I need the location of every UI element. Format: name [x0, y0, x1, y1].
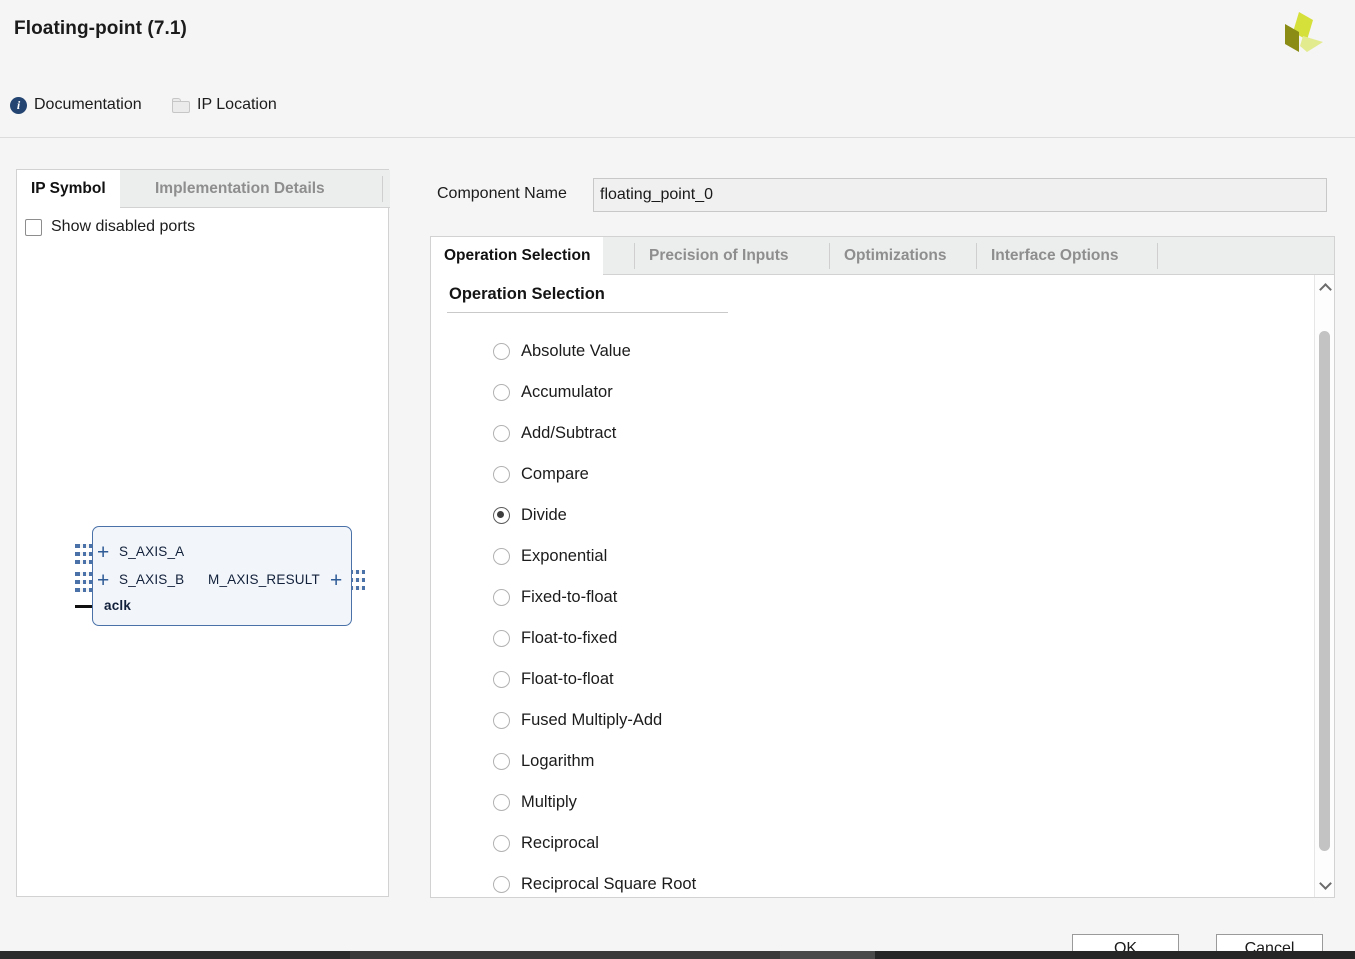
operation-radio-label: Absolute Value [521, 342, 631, 360]
operation-radio-fused-multiply-add[interactable]: Fused Multiply-Add [493, 700, 1253, 741]
tab-operation-selection[interactable]: Operation Selection [431, 237, 604, 275]
show-disabled-ports-label: Show disabled ports [51, 218, 196, 235]
folder-icon [172, 97, 190, 113]
documentation-link[interactable]: i Documentation [10, 96, 142, 114]
floating-point-ip-configuration-dialog: Floating-point (7.1) i Documentation IP … [0, 0, 1355, 959]
desktop-bottom-bar [0, 951, 1355, 959]
radio-indicator [493, 753, 510, 770]
component-name-row: Component Name [437, 178, 1327, 212]
dialog-title-bar: Floating-point (7.1) [0, 0, 1355, 78]
operation-radio-fixed-to-float[interactable]: Fixed-to-float [493, 577, 1253, 618]
operation-radio-absolute-value[interactable]: Absolute Value [493, 331, 1253, 372]
checkbox-box [25, 218, 42, 236]
operation-radio-label: Logarithm [521, 752, 595, 770]
radio-indicator [493, 589, 510, 606]
tab-operation-selection-label: Operation Selection [444, 246, 591, 264]
operation-radio-label: Fused Multiply-Add [521, 711, 663, 729]
operation-radio-label: Fixed-to-float [521, 588, 618, 606]
tab-implementation-details[interactable]: Implementation Details [141, 170, 339, 208]
tab-separator [382, 176, 383, 202]
bus-connector-icon-s-axis-a [75, 543, 92, 565]
ip-symbol-panel: IP Symbol Implementation Details Show di… [16, 169, 390, 897]
operation-radio-reciprocal-square-root[interactable]: Reciprocal Square Root [493, 864, 1253, 897]
radio-indicator [493, 466, 510, 483]
operation-radio-add-subtract[interactable]: Add/Subtract [493, 413, 1253, 454]
show-disabled-ports-checkbox[interactable]: Show disabled ports [25, 218, 195, 236]
dialog-title: Floating-point (7.1) [14, 18, 187, 39]
chevron-up-icon [1318, 282, 1332, 296]
expand-icon-m-axis-result[interactable]: + [330, 570, 342, 591]
tab-optimizations[interactable]: Optimizations [831, 237, 959, 275]
operation-radio-label: Exponential [521, 547, 608, 565]
tab-implementation-details-label: Implementation Details [155, 180, 325, 197]
section-title: Operation Selection [449, 285, 605, 303]
component-name-input[interactable] [593, 178, 1327, 212]
ip-location-label: IP Location [197, 96, 277, 113]
tab-precision-of-inputs[interactable]: Precision of Inputs [636, 237, 802, 275]
bus-connector-icon-s-axis-b [75, 571, 92, 593]
tab-optimizations-label: Optimizations [844, 247, 947, 264]
port-label-s-axis-b: S_AXIS_B [119, 572, 185, 587]
tab-interface-options-label: Interface Options [991, 247, 1119, 264]
operation-radio-multiply[interactable]: Multiply [493, 782, 1253, 823]
operation-radio-label: Reciprocal Square Root [521, 875, 697, 893]
expand-icon-s-axis-a[interactable]: + [97, 542, 109, 563]
operation-radio-label: Divide [521, 506, 567, 524]
operation-selection-pane: Operation Selection Absolute Value Accumu… [431, 275, 1334, 897]
radio-indicator [493, 507, 510, 524]
port-label-aclk: aclk [104, 598, 132, 613]
tab-interface-options[interactable]: Interface Options [978, 237, 1131, 275]
scrollbar-thumb[interactable] [1319, 331, 1330, 851]
operation-radio-label: Multiply [521, 793, 577, 811]
operation-radio-float-to-float[interactable]: Float-to-float [493, 659, 1253, 700]
operation-radio-logarithm[interactable]: Logarithm [493, 741, 1253, 782]
radio-indicator [493, 876, 510, 893]
documentation-label: Documentation [34, 96, 142, 113]
operation-radio-label: Float-to-float [521, 670, 614, 688]
left-panel-tabstrip: IP Symbol Implementation Details [17, 170, 390, 208]
dialog-toolbar: i Documentation IP Location [0, 88, 1355, 132]
operation-radio-exponential[interactable]: Exponential [493, 536, 1253, 577]
operation-radio-label: Add/Subtract [521, 424, 617, 442]
operation-radio-accumulator[interactable]: Accumulator [493, 372, 1253, 413]
ip-location-link[interactable]: IP Location [172, 96, 277, 114]
tab-ip-symbol[interactable]: IP Symbol [17, 170, 120, 208]
operation-radio-label: Compare [521, 465, 589, 483]
port-label-m-axis-result: M_AXIS_RESULT [208, 572, 320, 587]
scroll-down-button[interactable] [1315, 875, 1335, 895]
amd-xilinx-logo-icon [1285, 12, 1323, 52]
radio-indicator [493, 712, 510, 729]
scroll-up-button[interactable] [1315, 277, 1335, 297]
operation-radio-label: Float-to-fixed [521, 629, 618, 647]
tab-ip-symbol-label: IP Symbol [31, 179, 106, 197]
header-divider [0, 137, 1355, 138]
operation-radio-reciprocal[interactable]: Reciprocal [493, 823, 1253, 864]
radio-indicator [493, 384, 510, 401]
operation-radio-float-to-fixed[interactable]: Float-to-fixed [493, 618, 1253, 659]
radio-indicator [493, 630, 510, 647]
tab-precision-of-inputs-label: Precision of Inputs [649, 247, 789, 264]
chevron-down-icon [1318, 876, 1332, 890]
radio-indicator [493, 794, 510, 811]
configuration-tabstrip: Operation Selection Precision of Inputs … [431, 237, 1334, 275]
operation-radio-label: Reciprocal [521, 834, 599, 852]
radio-indicator [493, 343, 510, 360]
operation-list-scrollbar[interactable] [1314, 275, 1334, 897]
radio-indicator [493, 425, 510, 442]
info-icon: i [10, 96, 27, 114]
port-label-s-axis-a: S_AXIS_A [119, 544, 185, 559]
operation-radio-compare[interactable]: Compare [493, 454, 1253, 495]
operation-radio-group: Absolute Value Accumulator Add/Subtract Com… [493, 331, 1253, 897]
expand-icon-s-axis-b[interactable]: + [97, 570, 109, 591]
operation-radio-divide[interactable]: Divide [493, 495, 1253, 536]
radio-indicator [493, 835, 510, 852]
configuration-panel: Operation Selection Precision of Inputs … [430, 236, 1335, 898]
operation-radio-label: Accumulator [521, 383, 613, 401]
section-underline [447, 312, 728, 314]
radio-indicator [493, 671, 510, 688]
ip-symbol-diagram: + + + S_AXIS_A S_AXIS_B M_AXIS_RESULT ac… [75, 521, 365, 626]
component-name-label: Component Name [437, 185, 567, 202]
radio-indicator [493, 548, 510, 565]
